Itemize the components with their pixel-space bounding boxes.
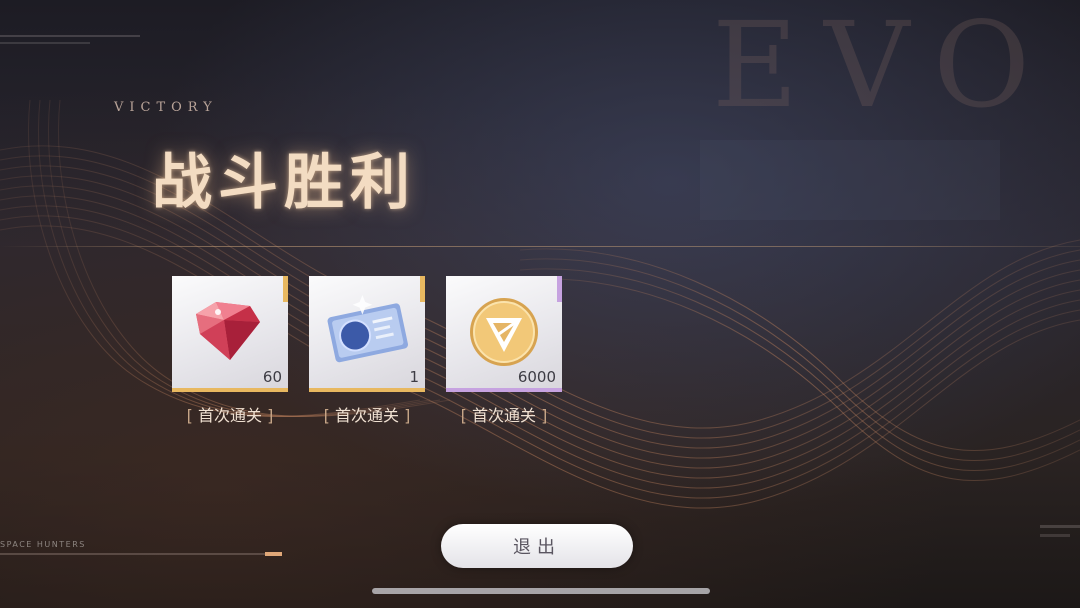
evo-watermark: EVO <box>712 0 1057 134</box>
reward-card[interactable]: 1 <box>309 276 425 392</box>
footer-progress-fill <box>265 552 282 556</box>
reward-card[interactable]: 6000 <box>446 276 562 392</box>
reward-item-ticket[interactable]: 1 [ 首次通关 ] <box>309 276 425 426</box>
victory-title: 战斗胜利 <box>152 148 416 218</box>
reward-tag: [ 首次通关 ] <box>186 406 274 425</box>
reward-item-coin[interactable]: 6000 [ 首次通关 ] <box>446 276 562 426</box>
reward-tag: [ 首次通关 ] <box>460 406 548 425</box>
rarity-bar <box>172 388 288 392</box>
rarity-marker <box>283 276 288 302</box>
title-divider <box>0 246 1080 247</box>
reward-quantity: 1 <box>409 368 419 386</box>
reward-tag: [ 首次通关 ] <box>323 406 411 425</box>
rarity-bar <box>446 388 562 392</box>
home-indicator[interactable] <box>372 588 710 594</box>
victory-subtitle: VICTORY <box>114 100 218 115</box>
reward-quantity: 6000 <box>517 368 556 386</box>
reward-item-gem[interactable]: 60 [ 首次通关 ] <box>172 276 288 426</box>
exit-button[interactable]: 退出 <box>441 524 633 568</box>
rarity-bar <box>309 388 425 392</box>
reward-quantity: 60 <box>262 368 282 386</box>
footer-progress-track <box>0 553 282 555</box>
rarity-marker <box>557 276 562 302</box>
blue-ticket-icon <box>327 295 408 363</box>
rarity-marker <box>420 276 425 302</box>
footer-label: SPACE HUNTERS <box>0 540 86 549</box>
reward-card[interactable]: 60 <box>172 276 288 392</box>
